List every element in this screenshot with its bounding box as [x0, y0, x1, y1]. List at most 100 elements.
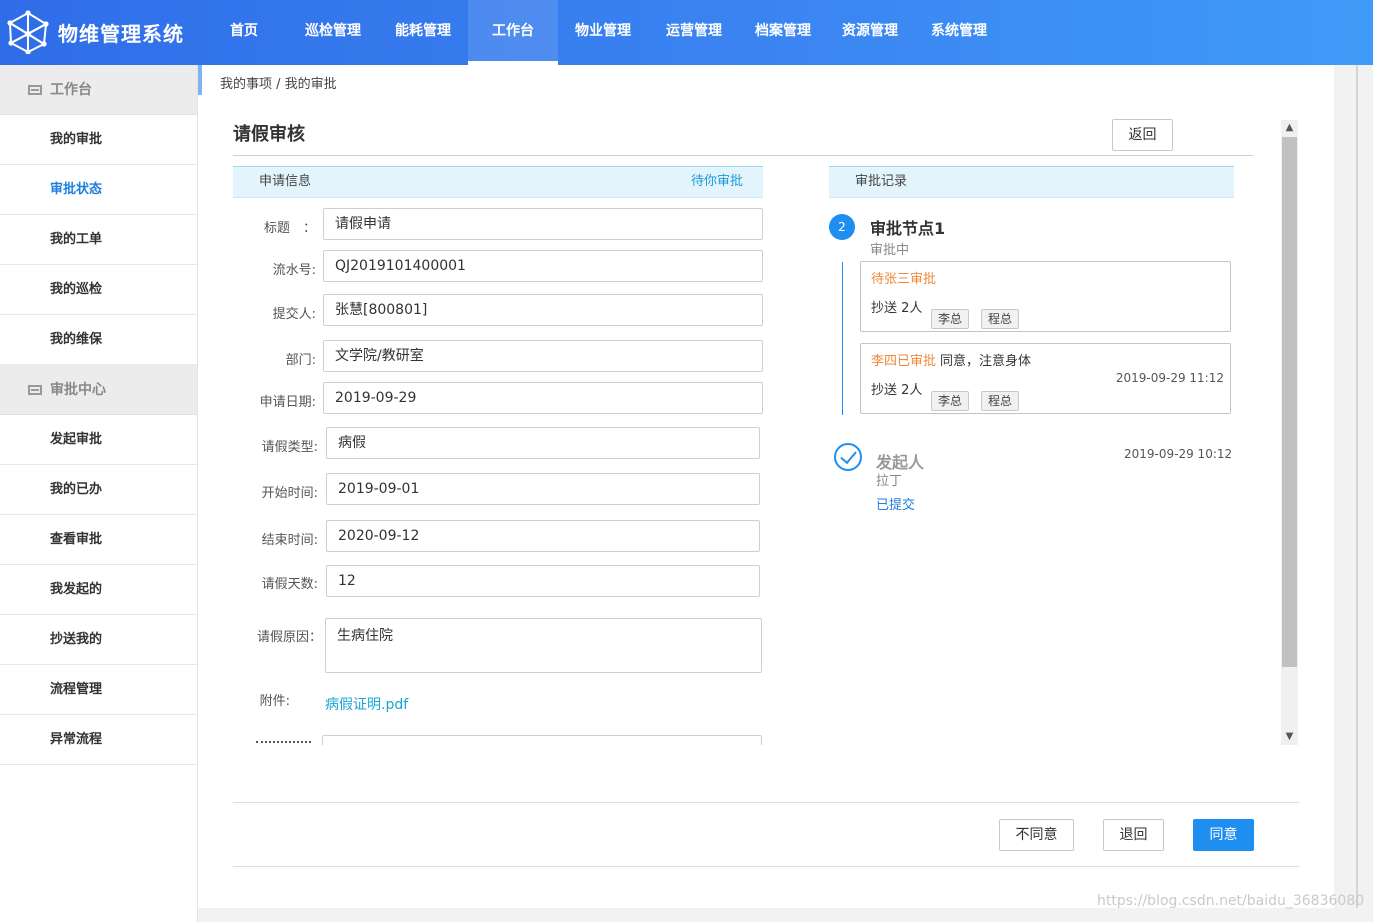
sidebar-item-initiated[interactable]: 我发起的: [0, 565, 197, 615]
step-number-badge: 2: [829, 214, 855, 240]
scroll-down-icon[interactable]: ▼: [1281, 729, 1298, 745]
status-badge: 待你审批: [690, 174, 743, 189]
apply-info-header: 申请信息 待你审批: [233, 166, 763, 198]
divider: [1356, 65, 1358, 922]
approval-card: 李四已审批 同意，注意身体 2019-09-29 11:12 抄送 2人 李总 程…: [860, 343, 1231, 414]
reason-label: 请假原因：: [256, 630, 322, 645]
timeline-line: [842, 262, 843, 415]
section-title: 审批记录: [855, 174, 908, 189]
agree-button[interactable]: 同意: [1193, 819, 1254, 851]
leave-type-label: 请假类型:: [261, 440, 318, 455]
start-time-label: 开始时间:: [261, 486, 318, 501]
scroll-thumb[interactable]: [1282, 137, 1297, 667]
cc-tag: 李总: [931, 391, 970, 411]
sidebar-item-done[interactable]: 我的已办: [0, 465, 197, 515]
approval-note: 同意，注意身体: [940, 354, 1032, 369]
clipped-label: [256, 741, 311, 745]
sidebar-item-view-approval[interactable]: 查看审批: [0, 515, 197, 565]
attachment-label: 附件:: [259, 694, 290, 709]
days-label: 请假天数:: [261, 577, 318, 592]
approval-record-header: 审批记录: [829, 166, 1234, 198]
node-title: 审批节点1: [870, 219, 946, 238]
apply-date-field[interactable]: 2019-09-29: [323, 382, 763, 414]
reason-textarea[interactable]: 生病住院: [325, 618, 762, 673]
sidebar-item-my-approval[interactable]: 我的审批: [0, 115, 197, 165]
submitter-field[interactable]: 张慧[800801]: [323, 294, 763, 326]
sidebar-item-my-maintenance[interactable]: 我的维保: [0, 315, 197, 365]
sidebar-group-label: 审批中心: [50, 382, 106, 398]
sidebar-item-start-approval[interactable]: 发起审批: [0, 415, 197, 465]
leave-type-field[interactable]: 病假: [326, 427, 760, 459]
right-gutter: [1334, 65, 1373, 922]
breadcrumb-bar: 我的事项 / 我的审批: [198, 65, 1334, 95]
initiator-status: 已提交: [876, 498, 916, 513]
department-label: 部门:: [285, 353, 316, 368]
scroll-up-icon[interactable]: ▲: [1281, 120, 1298, 136]
top-header: 物维管理系统 首页 巡检管理 能耗管理 工作台 物业管理 运营管理 档案管理 资…: [0, 0, 1373, 65]
nav-energy[interactable]: 能耗管理: [386, 0, 460, 65]
approver-status: 待张三审批: [871, 268, 936, 287]
sidebar-group-workbench[interactable]: 工作台: [0, 65, 197, 115]
nav-archive[interactable]: 档案管理: [746, 0, 820, 65]
sidebar-item-process-mgmt[interactable]: 流程管理: [0, 665, 197, 715]
nav-property[interactable]: 物业管理: [566, 0, 640, 65]
check-circle-icon: [834, 443, 862, 471]
vertical-scrollbar[interactable]: ▲ ▼: [1281, 120, 1298, 745]
nav-resource[interactable]: 资源管理: [833, 0, 907, 65]
approver-text: 待张三审批: [871, 272, 937, 287]
end-time-field[interactable]: 2020-09-12: [326, 520, 760, 552]
watermark: https://blog.csdn.net/baidu_36836080: [1097, 893, 1365, 909]
app-title: 物维管理系统: [58, 22, 184, 46]
approval-time: 2019-09-29 11:12: [1115, 371, 1224, 385]
network-logo-icon: [7, 10, 49, 54]
sidebar-item-my-workorder[interactable]: 我的工单: [0, 215, 197, 265]
page-title: 请假审核: [233, 124, 305, 145]
return-button[interactable]: 返回: [1112, 119, 1173, 151]
divider: [233, 866, 1299, 867]
serial-field[interactable]: QJ2019101400001: [323, 250, 763, 282]
sidebar: 工作台 我的审批 审批状态 我的工单 我的巡检 我的维保 审批中心 发起审批 我…: [0, 65, 198, 922]
cc-tag: 程总: [981, 309, 1020, 329]
department-field[interactable]: 文学院/教研室: [323, 340, 763, 372]
breadcrumb: 我的事项 / 我的审批: [220, 77, 337, 92]
sidebar-item-exception-process[interactable]: 异常流程: [0, 715, 197, 765]
divider: [233, 802, 1299, 803]
days-field[interactable]: 12: [326, 565, 760, 597]
nav-system[interactable]: 系统管理: [922, 0, 996, 65]
sidebar-item-cc-me[interactable]: 抄送我的: [0, 615, 197, 665]
approver-text: 李四已审批: [871, 354, 937, 369]
cc-tag: 程总: [981, 391, 1020, 411]
nav-operation[interactable]: 运营管理: [657, 0, 731, 65]
sidebar-item-approval-status[interactable]: 审批状态: [0, 165, 197, 215]
cc-count: 抄送 2人: [871, 301, 923, 316]
sidebar-group-label: 工作台: [50, 82, 92, 98]
cc-tag: 李总: [931, 309, 970, 329]
bottom-strip: [198, 908, 1373, 922]
initiator-time: 2019-09-29 10:12: [1124, 447, 1233, 461]
end-time-label: 结束时间:: [261, 533, 318, 548]
approval-card: 待张三审批 抄送 2人 李总 程总: [860, 261, 1231, 332]
cc-count: 抄送 2人: [871, 383, 923, 398]
title-field[interactable]: 请假申请: [323, 208, 763, 240]
nav-inspection[interactable]: 巡检管理: [296, 0, 370, 65]
disagree-button[interactable]: 不同意: [999, 819, 1074, 851]
nav-home[interactable]: 首页: [216, 0, 272, 65]
send-back-button[interactable]: 退回: [1103, 819, 1164, 851]
list-icon: [28, 385, 42, 395]
submitter-label: 提交人:: [272, 307, 316, 322]
clipped-field[interactable]: [322, 735, 762, 745]
list-icon: [28, 85, 42, 95]
approver-status: 李四已审批 同意，注意身体: [871, 350, 1031, 369]
section-title: 申请信息: [259, 174, 312, 189]
serial-label: 流水号:: [272, 263, 316, 278]
apply-date-label: 申请日期:: [259, 395, 316, 410]
divider: [233, 155, 1253, 156]
sidebar-item-my-inspection[interactable]: 我的巡检: [0, 265, 197, 315]
attachment-link[interactable]: 病假证明.pdf: [325, 694, 408, 714]
nav-workbench[interactable]: 工作台: [468, 0, 558, 65]
title-label: 标题 ：: [263, 221, 316, 236]
start-time-field[interactable]: 2019-09-01: [326, 473, 760, 505]
initiator-name: 拉丁: [876, 474, 903, 489]
sidebar-group-approval-center[interactable]: 审批中心: [0, 365, 197, 415]
node-status: 审批中: [870, 243, 910, 258]
